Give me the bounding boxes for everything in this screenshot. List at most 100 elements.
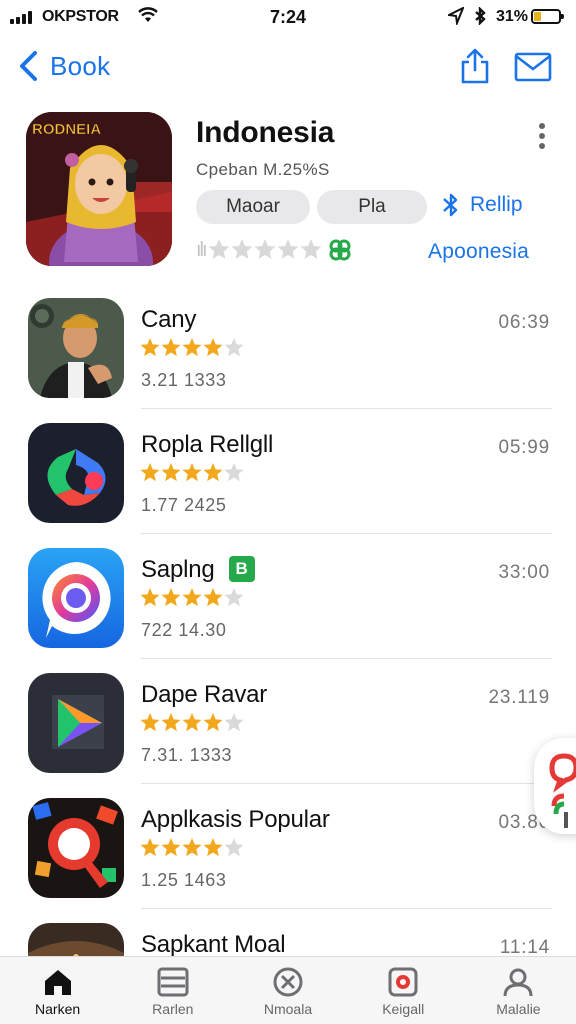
app-icon-applkasis (28, 798, 124, 898)
rating-stars (140, 838, 244, 857)
list-item[interactable]: Saplng B 722 14.30 33:00 (0, 534, 576, 659)
app-meta: 7.31. 1333 (141, 745, 233, 765)
star-empty-icon (224, 588, 244, 607)
mail-icon (514, 52, 552, 82)
app-name: Cany (141, 306, 197, 333)
floating-assistant-button[interactable] (534, 738, 576, 834)
star-filled-icon (182, 838, 202, 857)
app-time: 05:99 (498, 437, 550, 458)
tab-camera[interactable]: Keigall (346, 957, 461, 1024)
star-filled-icon (182, 713, 202, 732)
app-name: Saplng B (141, 556, 255, 584)
featured-app-icon[interactable]: RODNEIA (26, 112, 172, 266)
battery-percent: 31% (496, 8, 529, 25)
compass-icon (273, 967, 303, 997)
navigation-bar: Book (0, 40, 576, 96)
featured-app-subtitle: Cpeban M.25%S (196, 160, 330, 179)
app-name: Sapkant Moal (141, 931, 286, 958)
tab-label: Nmoala (263, 1001, 313, 1017)
star-filled-icon (182, 463, 202, 482)
clover-icon (329, 239, 351, 261)
tab-label: Malalie (496, 1001, 541, 1017)
chevron-left-icon (20, 51, 37, 81)
list-item[interactable]: Ropla Rellgll 1.77 2425 05:99 (0, 409, 576, 534)
pill-button-secondary[interactable]: Pla (317, 190, 427, 224)
rating-stars (140, 463, 244, 482)
camera-icon (388, 967, 418, 997)
star-filled-icon (182, 588, 202, 607)
app-time: 06:39 (498, 312, 550, 333)
star-filled-icon (161, 588, 181, 607)
star-filled-icon (203, 713, 223, 732)
star-empty-icon (231, 239, 253, 259)
bluetooth-link-icon (443, 193, 458, 217)
back-button[interactable]: Book (18, 50, 110, 82)
star-filled-icon (161, 838, 181, 857)
star-filled-icon (140, 338, 160, 357)
list-item[interactable]: Applkasis Popular 1.25 1463 03.86 (0, 784, 576, 909)
star-empty-icon (224, 338, 244, 357)
home-icon (44, 970, 71, 995)
app-meta: 1.77 2425 (141, 495, 227, 515)
list-item[interactable]: Cany 3.21 1333 06:39 (0, 284, 576, 409)
pill-button-primary[interactable]: Maoar (196, 190, 310, 224)
star-empty-icon (224, 463, 244, 482)
tab-profile[interactable]: Malalie (461, 957, 576, 1024)
list-item[interactable]: Dape Ravar 7.31. 1333 23.119 (0, 659, 576, 784)
app-time: 33:00 (498, 562, 550, 583)
featured-link-button[interactable]: Rellip (440, 192, 523, 218)
app-meta: 722 14.30 (141, 620, 227, 640)
star-filled-icon (140, 713, 160, 732)
star-filled-icon (140, 463, 160, 482)
back-label: Book (50, 50, 111, 81)
list-icon (157, 967, 189, 997)
featured-rating-stars (208, 239, 322, 259)
app-name: Dape Ravar (141, 681, 268, 708)
app-meta: 3.21 1333 (141, 370, 227, 390)
star-empty-icon (208, 239, 230, 259)
app-time: 23.119 (488, 687, 550, 708)
share-icon (461, 48, 489, 84)
rating-stars (140, 588, 244, 607)
star-filled-icon (182, 338, 202, 357)
editor-badge: B (228, 556, 255, 582)
more-vertical-icon (539, 123, 545, 149)
assistant-icon (549, 753, 576, 828)
app-icon-cany (28, 298, 124, 398)
star-filled-icon (140, 838, 160, 857)
tab-bar: Narken Rarlen Nmoala Keigall Malalie (0, 956, 576, 1024)
tab-label: Narken (35, 1001, 81, 1017)
star-filled-icon (161, 713, 181, 732)
bluetooth-icon (473, 6, 487, 30)
app-icon-ropla (28, 423, 124, 523)
star-filled-icon (161, 338, 181, 357)
star-empty-icon (300, 239, 322, 259)
featured-link-label: Rellip (470, 193, 523, 216)
status-bar: OKPSTOR 7:24 31% (0, 0, 576, 34)
share-button[interactable] (459, 48, 491, 89)
location-icon (445, 5, 465, 30)
featured-app-icon-text: RODNEIA (32, 121, 101, 138)
star-filled-icon (203, 338, 223, 357)
app-name: Ropla Rellgll (141, 431, 274, 458)
person-icon (503, 968, 533, 997)
tab-list[interactable]: Rarlen (115, 957, 230, 1024)
battery-icon (531, 9, 564, 24)
star-empty-icon (224, 838, 244, 857)
mail-button[interactable] (514, 52, 552, 87)
star-filled-icon (203, 463, 223, 482)
star-filled-icon (203, 588, 223, 607)
more-options-button[interactable] (538, 122, 546, 155)
region-link[interactable]: Apoonesia (428, 240, 529, 264)
featured-app-title: Indonesia (196, 116, 335, 149)
tab-explore[interactable]: Nmoala (230, 957, 345, 1024)
app-name-text: Saplng (141, 556, 215, 583)
featured-app: RODNEIA Indonesia Cpeban M.25%S Maoar Pl… (0, 110, 576, 280)
app-name: Applkasis Popular (141, 806, 330, 833)
tab-label: Keigall (382, 1001, 425, 1017)
app-icon-dape-ravar (28, 673, 124, 773)
tab-home[interactable]: Narken (0, 957, 115, 1024)
star-empty-icon (254, 239, 276, 259)
star-filled-icon (140, 588, 160, 607)
rating-stars (140, 338, 244, 357)
